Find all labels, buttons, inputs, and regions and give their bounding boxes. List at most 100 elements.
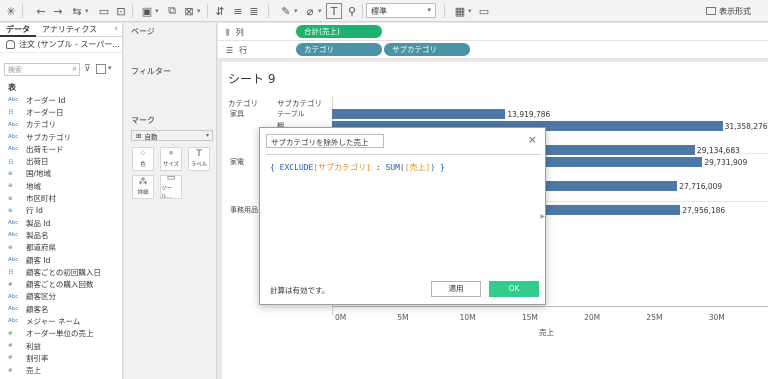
chevron-down-icon[interactable]: ▾ [85, 3, 93, 19]
field-type-icon: Abc [8, 146, 19, 153]
formula-open-brace: { [270, 163, 280, 172]
close-icon[interactable]: × [528, 134, 537, 145]
filters-label: フィルター [131, 67, 171, 76]
x-axis-tick-label: 5M [397, 313, 409, 322]
field-item[interactable]: ⊕ 行 Id [0, 205, 123, 217]
field-item[interactable]: # 利益 [0, 340, 123, 352]
chevron-down-icon[interactable]: ▾ [155, 3, 163, 19]
filter-icon[interactable]: ⊽ [84, 64, 91, 74]
field-item[interactable]: Abc オーダー Id [0, 94, 123, 106]
calculation-name-input[interactable]: サブカテゴリを除外した売上 [266, 134, 384, 148]
clear-icon[interactable]: ⊠ [181, 3, 197, 19]
field-item[interactable]: # オーダー単位の売上 [0, 328, 123, 340]
field-name: 出荷日 [26, 157, 49, 167]
field-item[interactable]: Abc 製品名 [0, 229, 123, 241]
field-item[interactable]: Abc メジャー ネーム [0, 315, 123, 327]
formula-editor[interactable]: { EXCLUDE[サブカテゴリ] : SUM([売上]) } [270, 162, 445, 173]
field-list: Abc オーダー Id 日 オーダー日 Abc カテゴリ Abc サブカテゴリ Abc 出荷モード… [0, 94, 123, 377]
apply-button[interactable]: 適用 [431, 281, 481, 297]
row-label-table[interactable]: テーブル [277, 109, 305, 119]
field-type-icon: 日 [8, 270, 14, 277]
view-toggle-icon[interactable] [96, 64, 106, 74]
rows-shelf[interactable]: ☰ 行 カテゴリ サブカテゴリ [218, 41, 768, 59]
sheet-title: シート 9 [228, 72, 276, 86]
mark-type-dropdown[interactable]: ⊞ 自動 ▾ [131, 130, 213, 141]
color-button[interactable]: ⁘ 色 [132, 147, 154, 171]
field-name: 地域 [26, 181, 41, 191]
columns-shelf[interactable]: ⫼ 列 合計(売上) [218, 23, 768, 41]
color-icon: ⁘ [139, 149, 147, 159]
row-label-furniture[interactable]: 家具 [230, 109, 244, 119]
tooltip-button[interactable]: ▭ ツール... [160, 174, 182, 200]
tab-data[interactable]: データ [0, 23, 36, 37]
field-item[interactable]: Abc 顧客 Id [0, 254, 123, 266]
field-item[interactable]: Abc 出荷モード [0, 143, 123, 155]
fit-dropdown[interactable]: 標準 ▾ [366, 3, 436, 18]
pin-icon[interactable]: ⚲ [344, 3, 360, 19]
columns-pill-sum-sales[interactable]: 合計(売上) [296, 25, 382, 38]
field-item[interactable]: 日 出荷日 [0, 155, 123, 167]
chevron-down-icon[interactable]: ▾ [468, 3, 476, 19]
field-type-icon: # [8, 367, 13, 374]
chevron-down-icon[interactable]: ▾ [197, 3, 205, 19]
tableau-logo-icon[interactable]: ✳ [3, 3, 19, 19]
label-button[interactable]: T ラベル [188, 147, 210, 171]
field-item[interactable]: Abc カテゴリ [0, 119, 123, 131]
highlight-icon[interactable]: ✎ [278, 3, 294, 19]
col-header-category[interactable]: カテゴリ [228, 98, 258, 109]
chevron-down-icon[interactable]: ▾ [294, 3, 302, 19]
chevron-down-icon[interactable]: ▾ [318, 3, 326, 19]
filters-card[interactable]: フィルター [126, 63, 215, 107]
col-header-subcategory[interactable]: サブカテゴリ [277, 98, 322, 109]
collapse-pane-icon[interactable]: ‹ [114, 24, 118, 34]
group-icon[interactable]: ⌀ [302, 3, 318, 19]
expand-panel-icon[interactable]: ▶ [540, 213, 545, 220]
x-axis-tick-label: 10M [459, 313, 476, 322]
field-item[interactable]: Abc サブカテゴリ [0, 131, 123, 143]
duplicate-icon[interactable]: ⧉ [164, 3, 180, 19]
field-item[interactable]: 日 顧客ごとの初回購入日 [0, 266, 123, 278]
field-item[interactable]: # 売上 [0, 365, 123, 377]
sort-descending-icon[interactable]: ≣ [246, 3, 262, 19]
presentation-icon[interactable]: ▭ [476, 3, 492, 19]
field-item[interactable]: ⊕ 国/地域 [0, 168, 123, 180]
tab-analytics[interactable]: アナリティクス [36, 23, 103, 37]
size-button[interactable]: ⚬ サイズ [160, 147, 182, 171]
bar-mark[interactable] [332, 109, 506, 119]
redo-history-icon[interactable]: ⇆ [69, 3, 85, 19]
marks-label: マーク [131, 116, 155, 125]
sort-ascending-icon[interactable]: ≡ [230, 3, 246, 19]
row-label-office-supplies[interactable]: 事務用品 [230, 205, 258, 215]
field-type-icon: ⊕ [8, 183, 13, 190]
field-item[interactable]: 日 オーダー日 [0, 106, 123, 118]
rows-pill-category[interactable]: カテゴリ [296, 43, 382, 56]
swap-rows-cols-icon[interactable]: ⇵ [212, 3, 228, 19]
ok-button[interactable]: OK [489, 281, 539, 297]
row-label-appliances[interactable]: 家電 [230, 157, 244, 167]
field-item[interactable]: ⊕ 都道府県 [0, 242, 123, 254]
new-datasource-icon[interactable]: ⊡ [113, 3, 129, 19]
field-item[interactable]: Abc 顧客区分 [0, 291, 123, 303]
detail-button[interactable]: ⁂ 詳細 [132, 175, 154, 199]
field-type-icon: # [8, 330, 13, 337]
undo-icon[interactable]: ← [33, 3, 49, 19]
field-type-icon: Abc [8, 121, 19, 128]
show-me-button[interactable]: 表示形式 [706, 3, 751, 19]
save-icon[interactable]: ▭ [96, 3, 112, 19]
datasource-item[interactable]: 注文 (サンプル - スーパー... [0, 37, 122, 53]
field-item[interactable]: # 割引率 [0, 352, 123, 364]
new-worksheet-icon[interactable]: ▣ [139, 3, 155, 19]
chevron-down-icon[interactable]: ▾ [108, 64, 112, 72]
field-item[interactable]: ⊕ 市区町村 [0, 192, 123, 204]
field-type-icon: ⊕ [8, 170, 13, 177]
fit-width-icon[interactable]: ▦ [452, 3, 468, 19]
rows-pill-subcategory[interactable]: サブカテゴリ [384, 43, 470, 56]
chevron-down-icon: ▾ [427, 6, 431, 14]
field-search-input[interactable]: 検索 ⌕ [4, 63, 80, 76]
show-mark-labels-icon[interactable]: T [326, 3, 342, 19]
field-item[interactable]: # 顧客ごとの購入回数 [0, 278, 123, 290]
field-item[interactable]: Abc 製品 Id [0, 217, 123, 229]
redo-icon[interactable]: → [50, 3, 66, 19]
field-item[interactable]: Abc 顧客名 [0, 303, 123, 315]
field-item[interactable]: ⊕ 地域 [0, 180, 123, 192]
